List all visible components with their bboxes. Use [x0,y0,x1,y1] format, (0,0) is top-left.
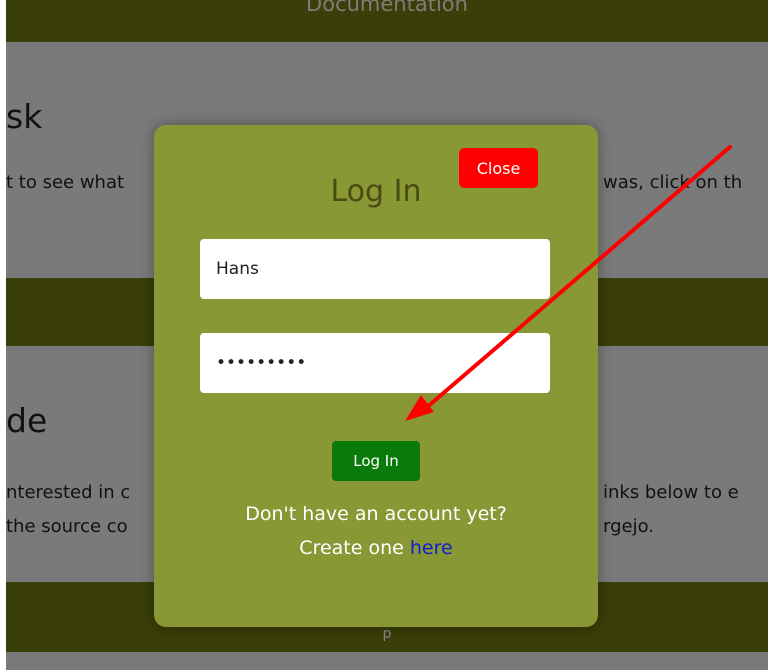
arrow-head [405,395,434,421]
arrow-shaft [424,145,732,410]
annotation-arrow-icon [405,145,732,421]
